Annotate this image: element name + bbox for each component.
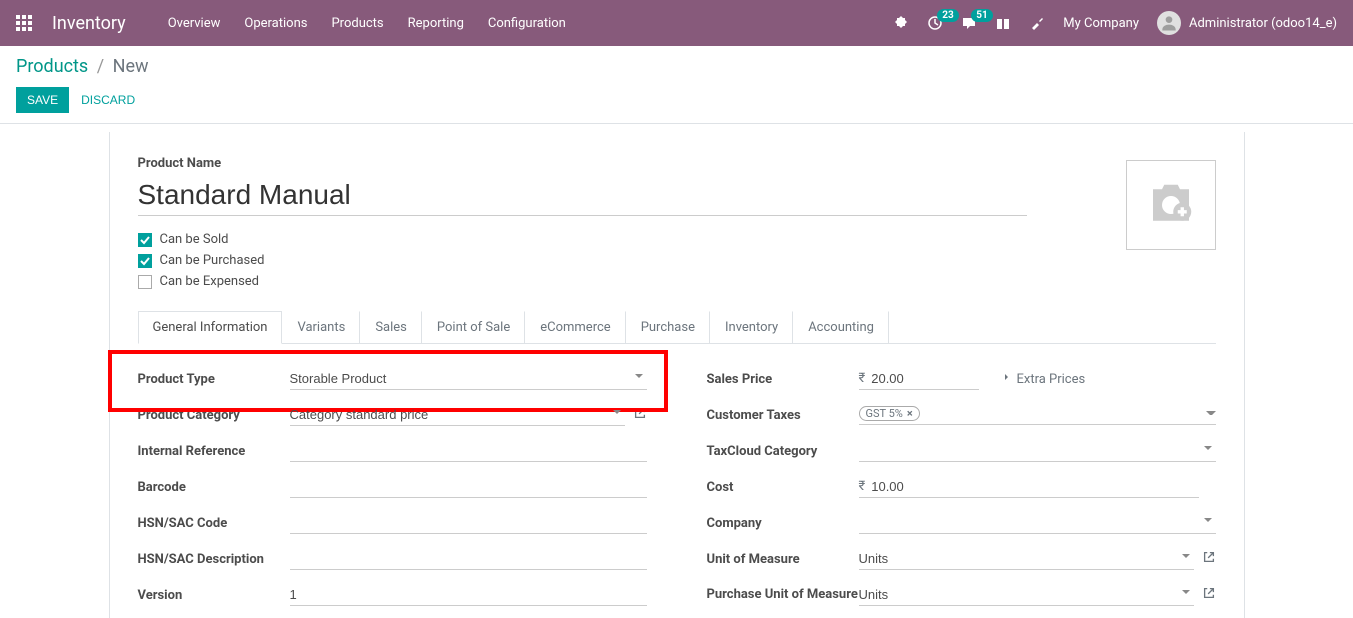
product-image-upload[interactable] xyxy=(1126,160,1216,250)
activity-badge: 23 xyxy=(937,9,958,22)
product-name-label: Product Name xyxy=(138,156,1126,171)
tab-inventory[interactable]: Inventory xyxy=(710,311,793,343)
breadcrumb-sep: / xyxy=(97,56,104,77)
external-link-icon[interactable] xyxy=(1202,586,1216,604)
menu-operations[interactable]: Operations xyxy=(244,16,307,31)
uom-select[interactable] xyxy=(859,548,1194,570)
menu-overview[interactable]: Overview xyxy=(168,16,221,31)
breadcrumb-current: New xyxy=(113,56,149,77)
tab-variants[interactable]: Variants xyxy=(282,311,360,343)
tab-point-of-sale[interactable]: Point of Sale xyxy=(422,311,525,343)
avatar-icon xyxy=(1157,11,1181,35)
tab-general-information[interactable]: General Information xyxy=(138,311,283,344)
sales-price-label: Sales Price xyxy=(707,372,859,387)
can-be-expensed-label: Can be Expensed xyxy=(160,274,260,289)
save-button[interactable]: SAVE xyxy=(16,87,69,113)
gift-icon[interactable] xyxy=(995,15,1011,31)
currency-symbol: ₹ xyxy=(859,479,866,494)
left-column: Product Type Product Category xyxy=(138,366,647,618)
tab-accounting[interactable]: Accounting xyxy=(793,311,889,343)
uom-label: Unit of Measure xyxy=(707,552,859,567)
right-column: Sales Price ₹ Extra Prices Customer Taxe… xyxy=(707,366,1216,618)
control-bar: Products / New SAVE DISCARD xyxy=(0,46,1353,113)
taxcloud-label: TaxCloud Category xyxy=(707,444,859,459)
can-be-expensed-checkbox[interactable] xyxy=(138,275,152,289)
company-switcher[interactable]: My Company xyxy=(1063,16,1139,31)
menu-reporting[interactable]: Reporting xyxy=(408,16,464,31)
fields-pane: Product Type Product Category xyxy=(138,344,1216,618)
user-menu[interactable]: Administrator (odoo14_e) xyxy=(1157,11,1337,35)
external-link-icon[interactable] xyxy=(1202,550,1216,568)
company-select[interactable] xyxy=(859,512,1216,534)
user-name: Administrator (odoo14_e) xyxy=(1189,16,1337,31)
tabs: General Information Variants Sales Point… xyxy=(138,311,1216,344)
product-type-label: Product Type xyxy=(138,372,290,387)
bug-icon[interactable] xyxy=(893,15,909,31)
hsn-desc-input[interactable] xyxy=(290,548,647,570)
hsn-code-label: HSN/SAC Code xyxy=(138,516,290,531)
sales-price-input[interactable] xyxy=(871,368,978,389)
breadcrumb-root[interactable]: Products xyxy=(16,56,88,77)
can-be-sold-label: Can be Sold xyxy=(160,232,229,247)
tax-remove-icon[interactable]: × xyxy=(907,407,913,420)
barcode-label: Barcode xyxy=(138,480,290,495)
extra-prices-link[interactable]: Extra Prices xyxy=(999,371,1086,387)
main-menu: Overview Operations Products Reporting C… xyxy=(168,16,566,31)
can-be-sold-checkbox[interactable] xyxy=(138,233,152,247)
menu-products[interactable]: Products xyxy=(331,16,383,31)
can-be-purchased-checkbox[interactable] xyxy=(138,254,152,268)
company-label: Company xyxy=(707,516,859,531)
internal-reference-input[interactable] xyxy=(290,440,647,462)
internal-reference-label: Internal Reference xyxy=(138,444,290,459)
purchase-uom-label: Purchase Unit of Measure xyxy=(707,587,859,603)
tax-tag-label: GST 5% xyxy=(866,407,903,420)
menu-configuration[interactable]: Configuration xyxy=(488,16,566,31)
can-be-purchased-label: Can be Purchased xyxy=(160,253,265,268)
cost-label: Cost xyxy=(707,480,859,495)
product-category-select[interactable] xyxy=(290,404,625,426)
product-category-label: Product Category xyxy=(138,408,290,423)
breadcrumb: Products / New xyxy=(16,56,1337,77)
activity-icon[interactable]: 23 xyxy=(927,15,943,31)
cost-input[interactable] xyxy=(871,476,1198,497)
customer-taxes-label: Customer Taxes xyxy=(707,408,859,423)
version-label: Version xyxy=(138,588,290,603)
purchase-uom-select[interactable] xyxy=(859,584,1194,606)
nav-right: 23 51 My Company Administrator (odoo14_e… xyxy=(893,11,1337,35)
product-name-input[interactable] xyxy=(138,179,1027,216)
barcode-input[interactable] xyxy=(290,476,647,498)
external-link-icon[interactable] xyxy=(633,406,647,424)
messages-badge: 51 xyxy=(971,9,992,22)
chevron-down-icon xyxy=(1206,411,1216,415)
version-input[interactable] xyxy=(290,584,647,606)
tab-ecommerce[interactable]: eCommerce xyxy=(525,311,625,343)
hsn-desc-label: HSN/SAC Description xyxy=(138,552,290,567)
tab-sales[interactable]: Sales xyxy=(360,311,422,343)
arrow-right-icon xyxy=(999,371,1011,387)
extra-prices-label: Extra Prices xyxy=(1017,372,1086,387)
apps-icon[interactable] xyxy=(16,15,32,31)
form-sheet: Product Name Can be Sold Can be Purchase… xyxy=(109,132,1245,618)
currency-symbol: ₹ xyxy=(859,371,866,386)
messages-icon[interactable]: 51 xyxy=(961,15,977,31)
hsn-code-input[interactable] xyxy=(290,512,647,534)
discard-button[interactable]: DISCARD xyxy=(81,93,135,107)
top-navbar: Inventory Overview Operations Products R… xyxy=(0,0,1353,46)
taxcloud-select[interactable] xyxy=(859,440,1216,462)
product-type-select[interactable] xyxy=(290,368,647,390)
app-brand[interactable]: Inventory xyxy=(52,13,126,34)
tab-purchase[interactable]: Purchase xyxy=(626,311,710,343)
action-buttons: SAVE DISCARD xyxy=(16,87,1337,113)
tax-tag[interactable]: GST 5% × xyxy=(859,406,920,421)
tools-icon[interactable] xyxy=(1029,15,1045,31)
